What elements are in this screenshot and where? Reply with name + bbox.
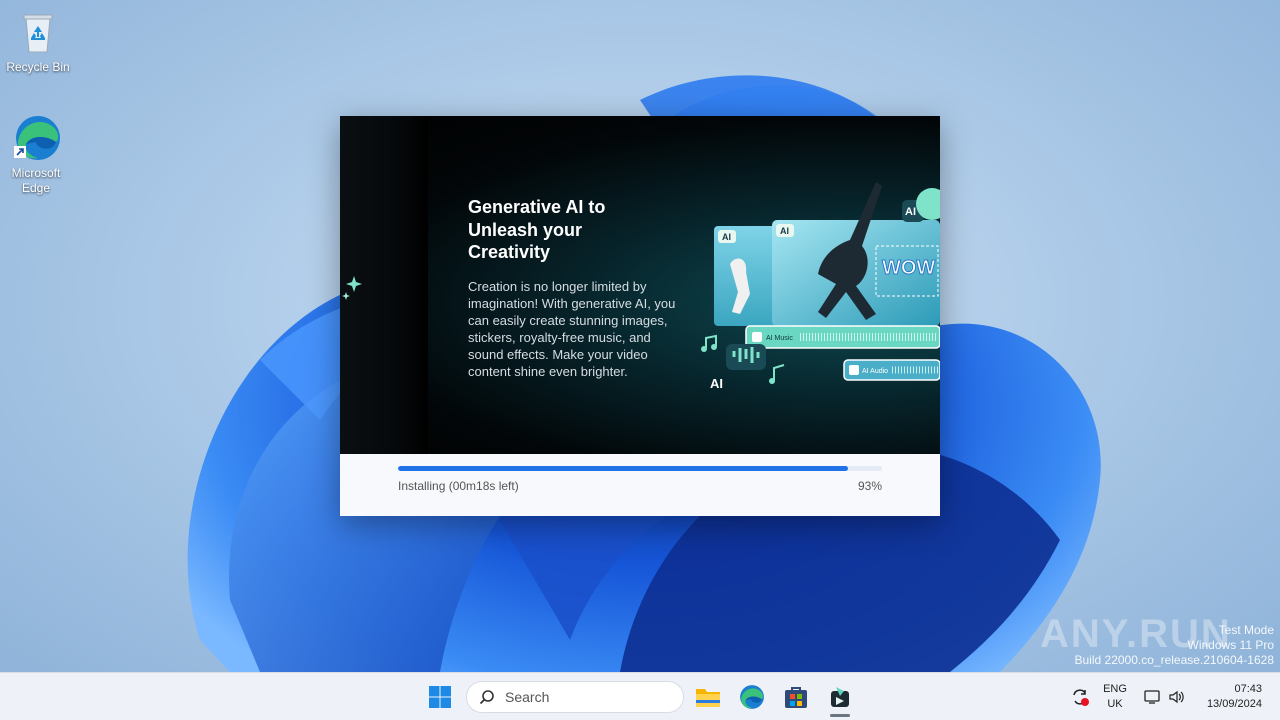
store-icon: [785, 687, 807, 708]
taskbar-clock[interactable]: 07:43 13/09/2024: [1207, 682, 1262, 712]
taskbar-store[interactable]: [776, 677, 816, 717]
keyboard-layout: UK: [1107, 698, 1123, 710]
install-percent: 93%: [857, 479, 882, 493]
taskbar-installer-app[interactable]: [820, 677, 860, 717]
desktop-icon-edge[interactable]: Microsoft Edge: [0, 114, 74, 196]
hero-description: Creation is no longer limited by imagina…: [468, 279, 676, 379]
sparkle-icon: [342, 276, 362, 300]
edge-icon: [740, 685, 764, 709]
desktop-icon-label: Microsoft Edge: [11, 166, 61, 195]
test-mode-watermark: Test Mode Windows 11 Pro Build 22000.co_…: [1075, 623, 1275, 668]
search-icon: [479, 690, 494, 705]
file-explorer-icon: [696, 689, 720, 707]
install-progress-panel: Installing (00m18s left) 93%: [340, 454, 940, 516]
ai-creativity-illustration: AI AI WOW AI AI Music AI Audio AI: [701, 182, 940, 391]
ai-audio-badge: AI: [710, 376, 723, 391]
edge-icon: [12, 114, 60, 162]
ai-music-label: AI Music: [766, 335, 793, 342]
ai-badge-small: AI: [722, 232, 731, 242]
ai-badge-floating: AI: [905, 206, 916, 218]
hero-title: Generative AI to Unleash your Creativity: [468, 197, 606, 262]
volume-button[interactable]: [1166, 677, 1188, 717]
search-placeholder: Search: [505, 689, 550, 705]
start-button[interactable]: [420, 677, 460, 717]
ai-badge-large: AI: [780, 226, 789, 236]
install-progress-fill: [398, 466, 849, 471]
recycle-bin-icon: [14, 8, 62, 56]
tray-update-indicator[interactable]: [1060, 677, 1100, 717]
active-app-indicator: [830, 714, 850, 717]
clock-date: 13/09/2024: [1206, 698, 1262, 710]
hero-banner: Generative AI to Unleash your Creativity…: [340, 116, 940, 454]
taskbar-file-explorer[interactable]: [688, 677, 728, 717]
start-icon: [429, 686, 451, 708]
language-code: ENG: [1103, 683, 1127, 695]
taskbar-search-box[interactable]: Search: [466, 681, 684, 713]
volume-icon: [1169, 690, 1184, 704]
watermark-line-3: Build 22000.co_release.210604-1628: [1074, 653, 1275, 667]
installer-window: Generative AI to Unleash your Creativity…: [340, 116, 940, 516]
watermark-line-2: Windows 11 Pro: [1187, 638, 1274, 652]
taskbar: Search ENG UK 07:43 13/09/2024: [0, 672, 1280, 720]
network-button[interactable]: [1142, 677, 1162, 717]
desktop-icon-label: Recycle Bin: [6, 60, 70, 74]
taskbar-edge[interactable]: [732, 677, 772, 717]
install-status-text: Installing (00m18s left): [398, 479, 519, 493]
install-progress-bar: [398, 466, 882, 471]
watermark-line-1: Test Mode: [1218, 623, 1274, 637]
wow-sticker: WOW: [882, 257, 935, 279]
sync-alert-icon: [1073, 689, 1089, 706]
language-indicator[interactable]: ENG UK: [1100, 682, 1130, 712]
desktop-icon-recycle-bin[interactable]: Recycle Bin: [0, 8, 76, 75]
network-icon: [1144, 690, 1160, 704]
clock-time: 07:43: [1234, 683, 1262, 695]
installer-app-icon: [831, 687, 849, 707]
ai-audio-label: AI Audio: [862, 368, 888, 375]
